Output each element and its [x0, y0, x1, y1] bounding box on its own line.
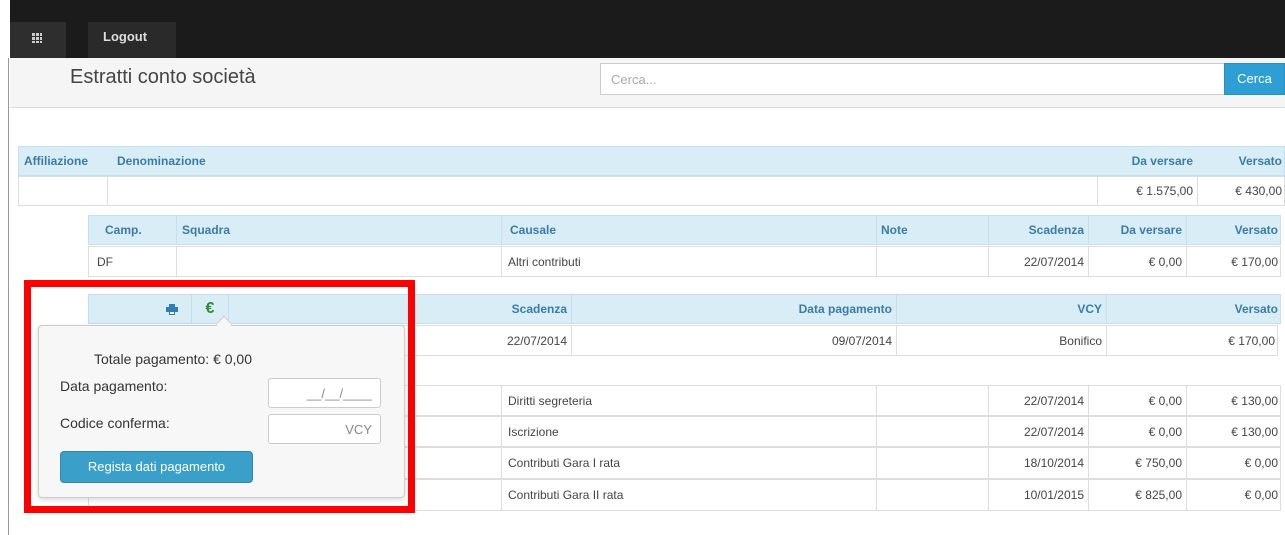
cell-versato: € 130,00	[1186, 417, 1282, 446]
cell-causale: Iscrizione	[501, 417, 876, 446]
cell-causale: Altri contributi	[501, 247, 876, 276]
cell-affiliazione	[19, 177, 107, 205]
col-vcy: VCY	[896, 295, 1106, 323]
table-row[interactable]: DF Altri contributi 22/07/2014 € 0,00 € …	[88, 246, 1281, 277]
logout-button[interactable]: Logout	[88, 22, 176, 58]
cell-da-versare: € 1.575,00	[1097, 177, 1197, 205]
cell-versato: € 0,00	[1186, 448, 1282, 478]
cell-scadenza: 22/07/2014	[988, 417, 1088, 446]
cell-da-versare: € 0,00	[1088, 247, 1186, 276]
cell-da-versare: € 0,00	[1088, 417, 1186, 446]
main-table-header: Affiliazione Denominazione Da versare Ve…	[18, 146, 1285, 176]
col-squadra: Squadra	[176, 216, 501, 244]
cell-note	[876, 448, 988, 478]
cell-causale: Contributi Gara I rata	[501, 448, 876, 478]
cell-squadra	[176, 247, 501, 276]
col-causale: Causale	[501, 216, 876, 244]
col-affiliazione: Affiliazione	[24, 154, 89, 168]
apps-menu-button[interactable]	[10, 22, 66, 58]
col-note: Note	[876, 216, 988, 244]
cell-versato: € 170,00	[1186, 247, 1282, 276]
col-scadenza: Scadenza	[511, 302, 567, 316]
col-da-versare: Da versare	[1131, 154, 1193, 168]
detail-table-header: Camp. Squadra Causale Note Scadenza Da v…	[88, 215, 1281, 245]
cell-causale: Diritti segreteria	[501, 386, 876, 415]
page-title: Estratti conto società	[70, 66, 256, 88]
cell-note	[876, 386, 988, 415]
cell-denominazione	[107, 177, 1097, 205]
col-scadenza: Scadenza	[988, 216, 1088, 244]
search-input[interactable]	[600, 63, 1225, 95]
cell-vcy: Bonifico	[896, 326, 1106, 355]
cell-scadenza: 22/07/2014	[988, 386, 1088, 415]
cell-note	[876, 417, 988, 446]
main-table-row[interactable]: € 1.575,00 € 430,00	[18, 176, 1285, 206]
cell-scadenza: 10/01/2015	[988, 480, 1088, 510]
search-button[interactable]: Cerca	[1224, 63, 1285, 95]
col-versato: Versato	[1186, 216, 1282, 244]
cell-versato: € 130,00	[1186, 386, 1282, 415]
col-da-versare: Da versare	[1088, 216, 1186, 244]
page-left-border	[8, 58, 9, 535]
col-data-pagamento: Data pagamento	[571, 295, 896, 323]
col-camp: Camp.	[105, 223, 142, 237]
highlight-box	[24, 280, 415, 513]
grid-icon	[32, 33, 42, 43]
cell-note	[876, 480, 988, 510]
cell-camp: DF	[97, 254, 113, 269]
col-versato: Versato	[1238, 154, 1282, 168]
cell-da-versare: € 0,00	[1088, 386, 1186, 415]
cell-note	[876, 247, 988, 276]
col-denominazione: Denominazione	[117, 154, 206, 168]
cell-causale: Contributi Gara II rata	[501, 480, 876, 510]
cell-scadenza: 18/10/2014	[988, 448, 1088, 478]
col-versato: Versato	[1106, 295, 1282, 323]
top-navbar	[10, 0, 1285, 58]
cell-da-versare: € 750,00	[1088, 448, 1186, 478]
cell-scadenza: 22/07/2014	[506, 333, 567, 348]
cell-versato: € 170,00	[1106, 326, 1279, 355]
cell-scadenza: 22/07/2014	[988, 247, 1088, 276]
cell-versato: € 0,00	[1186, 480, 1282, 510]
cell-data-pagamento: 09/07/2014	[571, 326, 896, 355]
cell-versato: € 430,00	[1197, 177, 1285, 205]
cell-da-versare: € 825,00	[1088, 480, 1186, 510]
